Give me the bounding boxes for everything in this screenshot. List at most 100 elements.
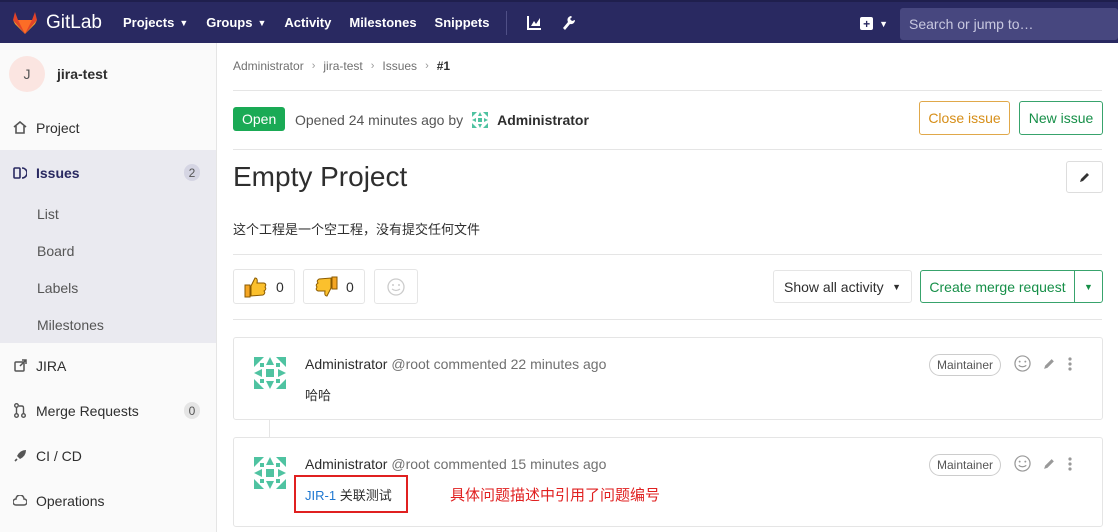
create-merge-request-split-button: Create merge request ▼ [920,270,1103,303]
admin-wrench-icon[interactable] [552,1,586,44]
nav-activity[interactable]: Activity [275,1,340,44]
issue-author-link[interactable]: Administrator [497,112,589,128]
issue-main-content: Administrator › jira-test › Issues › #1 … [217,43,1118,532]
thumbs-down-icon [315,276,338,297]
edit-comment-icon[interactable] [1043,457,1056,470]
pencil-icon [1079,173,1089,182]
chevron-right-icon: › [311,60,316,72]
caret-down-icon: ▼ [1084,281,1093,292]
more-actions-icon[interactable] [1068,356,1072,371]
issue-status-badge: Open [233,107,286,131]
merge-request-icon [12,403,28,419]
sidebar-item-project[interactable]: Project [0,105,216,150]
breadcrumb-project[interactable]: jira-test [323,59,362,73]
cloud-gear-icon [12,493,28,509]
note-timestamp[interactable]: commented 22 minutes ago [434,356,607,372]
note-body: 哈哈 [305,388,332,403]
nav-projects-label: Projects [123,15,175,30]
external-link-icon [12,358,28,374]
gitlab-home-link[interactable]: GitLab [0,2,110,43]
sidebar-project-header[interactable]: J jira-test [0,43,216,105]
note-author-name[interactable]: Administrator [305,356,387,372]
activity-filter-dropdown[interactable]: Show all activity ▼ [773,270,912,303]
note-actions [1014,355,1084,372]
divider [233,90,1102,91]
sidebar-item-merge-requests[interactable]: Merge Requests 0 [0,388,216,433]
sidebar-subitem-labels[interactable]: Labels [0,269,216,306]
chevron-down-icon: ▼ [879,18,888,29]
sidebar-subitem-milestones[interactable]: Milestones [0,306,216,343]
thumbs-up-icon [244,276,267,297]
role-badge: Maintainer [929,454,1002,476]
comment-note: Administrator @root commented 22 minutes… [233,337,1103,420]
nav-divider [506,10,508,35]
commenter-avatar[interactable] [250,353,290,393]
more-actions-icon[interactable] [1068,456,1072,471]
nav-groups-label: Groups [206,15,253,30]
thumbs-up-button[interactable]: 0 [233,269,295,304]
new-issue-button[interactable]: New issue [1019,101,1103,135]
project-avatar: J [9,56,45,92]
rocket-icon [12,448,28,464]
sidebar-item-label: Merge Requests [36,402,139,419]
sidebar-item-label: CI / CD [36,447,82,464]
sidebar-item-ci-cd[interactable]: CI / CD [0,433,216,478]
sidebar-item-label: JIRA [36,357,67,374]
thumbs-down-count: 0 [346,278,354,295]
timeline-connector [269,420,270,437]
edit-issue-button[interactable] [1066,161,1103,193]
add-reaction-icon[interactable] [1014,355,1031,372]
add-reaction-button[interactable] [374,269,418,304]
project-name: jira-test [57,66,108,82]
plus-square-icon: + [860,17,874,30]
issue-title: Empty Project [233,161,408,192]
chevron-down-icon: ▼ [892,281,901,292]
note-author-handle[interactable]: @root [391,356,429,372]
note-author-handle[interactable]: @root [391,456,429,472]
merge-requests-count-badge: 0 [184,402,200,419]
divider [233,319,1102,320]
thumbs-up-count: 0 [276,278,284,295]
issue-description: 这个工程是一个空工程，没有提交任何文件 [233,222,481,237]
new-item-dropdown[interactable]: + ▼ [848,2,900,45]
breadcrumb-administrator[interactable]: Administrator [233,59,304,73]
chevron-right-icon: › [370,60,375,72]
add-reaction-icon[interactable] [1014,455,1031,472]
highlight-box [294,475,408,513]
chevron-down-icon: ▼ [179,17,189,28]
sidebar-subitem-list[interactable]: List [0,195,216,232]
nav-milestones[interactable]: Milestones [340,1,425,44]
breadcrumb-issue-number[interactable]: #1 [437,59,450,73]
breadcrumb-issues[interactable]: Issues [382,59,417,73]
edit-comment-icon[interactable] [1043,357,1056,370]
note-header: Administrator @root commented 22 minutes… [305,356,606,372]
nav-projects[interactable]: Projects ▼ [114,1,197,44]
sidebar-item-issues[interactable]: Issues 2 [0,150,216,195]
home-icon [12,120,28,136]
sidebar-subitem-board[interactable]: Board [0,232,216,269]
issue-opened-meta: Opened 24 minutes ago by Administrator [295,109,589,131]
analytics-icon[interactable] [517,1,552,44]
issues-count-badge: 2 [184,164,200,181]
sidebar-item-label: Project [36,119,80,136]
nav-snippets[interactable]: Snippets [426,1,499,44]
create-merge-request-dropdown-toggle[interactable]: ▼ [1075,271,1102,302]
breadcrumb: Administrator › jira-test › Issues › #1 [233,59,450,73]
sidebar-item-operations[interactable]: Operations [0,478,216,523]
project-sidebar: J jira-test Project Issues 2 List Board … [0,43,217,532]
create-merge-request-button[interactable]: Create merge request [921,271,1075,302]
role-badge: Maintainer [929,354,1002,376]
note-header: Administrator @root commented 15 minutes… [305,456,606,472]
search-input[interactable]: Search or jump to… [900,7,1118,40]
sidebar-item-label: Operations [36,492,105,509]
note-author-name[interactable]: Administrator [305,456,387,472]
nav-groups[interactable]: Groups ▼ [197,1,275,44]
divider [233,149,1102,150]
brand-name: GitLab [46,11,102,33]
close-issue-button[interactable]: Close issue [919,101,1010,135]
sidebar-item-jira[interactable]: JIRA [0,343,216,388]
note-timestamp[interactable]: commented 15 minutes ago [434,456,607,472]
thumbs-down-button[interactable]: 0 [303,269,365,304]
commenter-avatar[interactable] [250,453,290,493]
author-avatar[interactable] [469,109,492,131]
